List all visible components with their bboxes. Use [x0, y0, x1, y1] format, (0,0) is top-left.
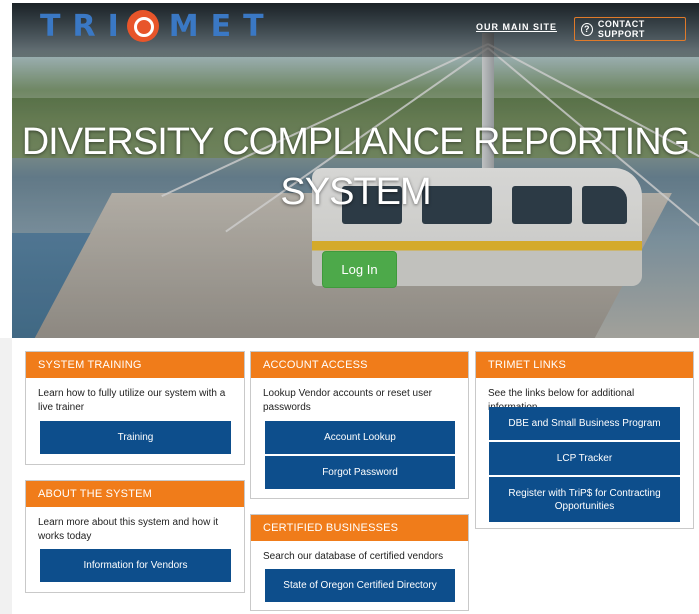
trimet-links-card: TRIMET LINKS See the links below for add…	[475, 351, 694, 529]
dbe-small-business-button[interactable]: DBE and Small Business Program	[489, 407, 680, 440]
about-system-card: ABOUT THE SYSTEM Learn more about this s…	[25, 480, 245, 593]
contact-support-button[interactable]: ? CONTACT SUPPORT	[574, 17, 686, 41]
information-for-vendors-button[interactable]: Information for Vendors	[40, 549, 231, 582]
left-gutter	[0, 338, 12, 614]
card-title: ABOUT THE SYSTEM	[26, 481, 244, 507]
card-description: Lookup Vendor accounts or reset user pas…	[263, 388, 432, 413]
oregon-certified-directory-button[interactable]: State of Oregon Certified Directory	[265, 569, 455, 602]
account-lookup-button[interactable]: Account Lookup	[265, 421, 455, 454]
lcp-tracker-button[interactable]: LCP Tracker	[489, 442, 680, 475]
card-title: SYSTEM TRAINING	[26, 352, 244, 378]
card-title: TRIMET LINKS	[476, 352, 693, 378]
trimet-mark-icon	[126, 10, 159, 42]
certified-businesses-card: CERTIFIED BUSINESSES Search our database…	[250, 514, 469, 611]
training-button[interactable]: Training	[40, 421, 231, 454]
logo-text-left: TRI	[40, 8, 131, 44]
account-access-card: ACCOUNT ACCESS Lookup Vendor accounts or…	[250, 351, 469, 499]
system-training-card: SYSTEM TRAINING Learn how to fully utili…	[25, 351, 245, 465]
our-main-site-link[interactable]: OUR MAIN SITE	[476, 22, 557, 32]
page-title: DIVERSITY COMPLIANCE REPORTING SYSTEM	[12, 117, 699, 217]
card-description: Learn more about this system and how it …	[38, 517, 219, 542]
contact-support-label: CONTACT SUPPORT	[597, 19, 645, 39]
page-title-line2: SYSTEM	[280, 171, 431, 213]
page-title-line1: DIVERSITY COMPLIANCE REPORTING	[21, 121, 691, 163]
card-title: ACCOUNT ACCESS	[251, 352, 468, 378]
forgot-password-button[interactable]: Forgot Password	[265, 456, 455, 489]
logo-text-right: MET	[168, 8, 276, 44]
register-trips-button[interactable]: Register with TriP$ for Contracting Oppo…	[489, 477, 680, 522]
question-circle-icon: ?	[581, 22, 593, 36]
trimet-logo[interactable]: TRI MET	[40, 8, 276, 44]
card-title: CERTIFIED BUSINESSES	[251, 515, 468, 541]
card-description: Learn how to fully utilize our system wi…	[38, 388, 226, 413]
login-button[interactable]: Log In	[322, 251, 397, 288]
card-description: Search our database of certified vendors	[263, 551, 444, 562]
